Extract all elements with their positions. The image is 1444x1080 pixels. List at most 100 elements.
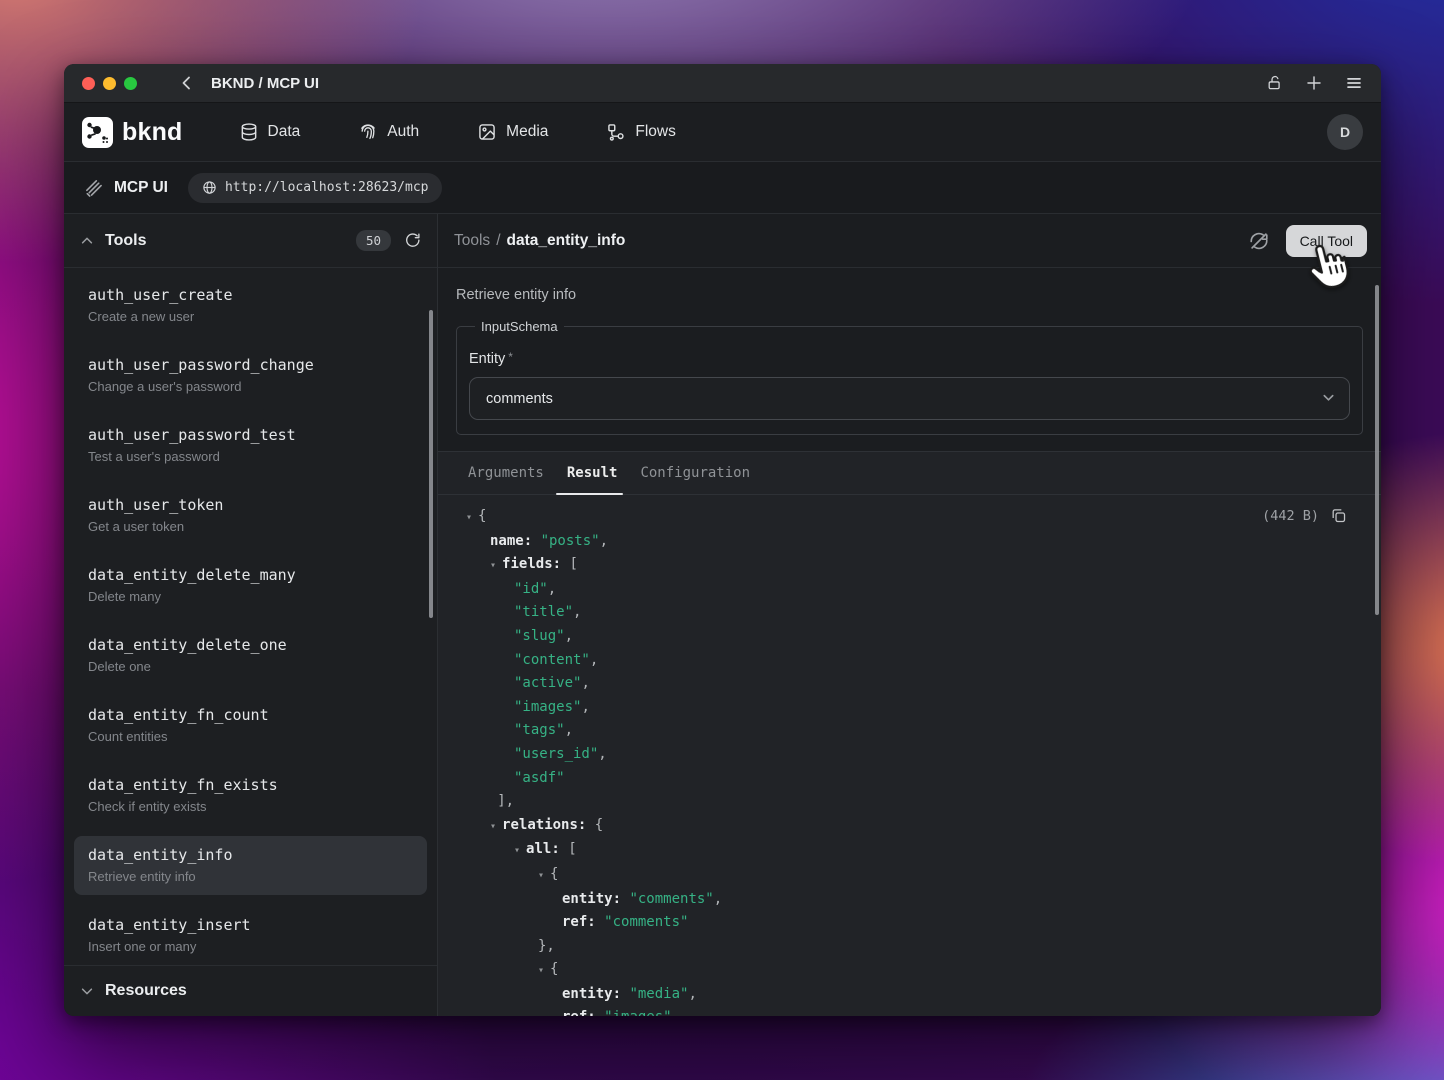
brand-logo[interactable]: bknd: [82, 117, 183, 148]
server-url: http://localhost:28623/mcp: [225, 180, 429, 195]
maximize-window-button[interactable]: [124, 77, 137, 90]
json-token-punct: ,: [565, 722, 573, 738]
json-token-punct: ,: [714, 891, 722, 907]
new-tab-icon[interactable]: [1305, 74, 1323, 92]
user-avatar[interactable]: D: [1327, 114, 1363, 150]
sidebar-item-auth_user_password_change[interactable]: auth_user_password_changeChange a user's…: [74, 346, 427, 405]
fingerprint-icon: [358, 122, 378, 142]
json-token-key: all:: [526, 841, 568, 857]
tool-detail-header: Tools / data_entity_info Call Tool: [438, 214, 1381, 268]
resources-section-header[interactable]: Resources: [64, 965, 437, 1016]
collapse-arrow-icon[interactable]: ▾: [490, 821, 502, 832]
json-token-str: "media": [629, 986, 688, 1002]
sidebar-item-auth_user_token[interactable]: auth_user_tokenGet a user token: [74, 486, 427, 545]
json-line: ▾ {: [438, 863, 1381, 888]
main-scrollbar-thumb[interactable]: [1375, 285, 1379, 615]
collapse-arrow-icon[interactable]: ▾: [538, 965, 550, 976]
tool-description: Count entities: [88, 728, 413, 745]
window-titlebar: BKND / MCP UI: [64, 64, 1381, 103]
json-token-str: "images": [604, 1009, 671, 1016]
close-window-button[interactable]: [82, 77, 95, 90]
collapse-arrow-icon[interactable]: ▾: [490, 560, 502, 571]
json-token-str: "comments": [629, 891, 713, 907]
sidebar-scrollbar-thumb[interactable]: [429, 310, 433, 618]
entity-select-value: comments: [486, 391, 553, 407]
json-tree: ▾ {name: "posts",▾ fields: ["id","title"…: [438, 505, 1381, 1016]
sidebar-item-auth_user_create[interactable]: auth_user_createCreate a new user: [74, 276, 427, 335]
app-navbar: bknd Data Auth Media: [64, 103, 1381, 162]
nav-menu: Data Auth Media Flows: [239, 122, 676, 142]
json-line: entity: "comments",: [438, 888, 1381, 912]
json-token-str: "slug": [514, 628, 565, 644]
tool-description: Get a user token: [88, 518, 413, 535]
nav-item-data[interactable]: Data: [239, 122, 301, 142]
tab-arguments[interactable]: Arguments: [468, 452, 544, 494]
json-token-str: "posts": [541, 533, 600, 549]
json-token-str: "content": [514, 652, 590, 668]
json-token-punct: {: [478, 508, 486, 524]
required-mark: *: [508, 350, 513, 364]
sidebar-item-data_entity_delete_one[interactable]: data_entity_delete_oneDelete one: [74, 626, 427, 685]
json-line: ref: "comments": [438, 911, 1381, 935]
json-token-punct: ,: [573, 604, 581, 620]
json-line: name: "posts",: [438, 530, 1381, 554]
server-url-pill[interactable]: http://localhost:28623/mcp: [188, 173, 443, 203]
json-line: },: [438, 935, 1381, 959]
collapse-arrow-icon[interactable]: ▾: [514, 845, 526, 856]
json-token-punct: ,: [688, 986, 696, 1002]
minimize-window-button[interactable]: [103, 77, 116, 90]
tool-detail-panel: Tools / data_entity_info Call Tool Retri…: [438, 214, 1381, 1016]
sidebar-item-data_entity_fn_exists[interactable]: data_entity_fn_existsCheck if entity exi…: [74, 766, 427, 825]
tool-form: Retrieve entity info InputSchema Entity*…: [438, 268, 1381, 451]
call-tool-button[interactable]: Call Tool: [1286, 225, 1367, 257]
nav-item-media[interactable]: Media: [477, 122, 548, 142]
tools-section-header[interactable]: Tools 50: [64, 214, 437, 268]
collapse-arrow-icon[interactable]: ▾: [538, 870, 550, 881]
sidebar-item-data_entity_insert[interactable]: data_entity_insertInsert one or many: [74, 906, 427, 965]
json-token-punct: ,: [581, 699, 589, 715]
collapse-arrow-icon[interactable]: ▾: [466, 512, 478, 523]
tab-result[interactable]: Result: [567, 452, 618, 494]
traffic-lights: [82, 77, 137, 90]
tab-configuration[interactable]: Configuration: [640, 452, 750, 494]
workflow-icon: [606, 122, 626, 142]
sidebar-item-data_entity_fn_count[interactable]: data_entity_fn_countCount entities: [74, 696, 427, 755]
lock-icon[interactable]: [1266, 74, 1283, 92]
chevron-down-icon: [1321, 390, 1336, 405]
tab-bar: Arguments Result Configuration: [438, 452, 1381, 495]
result-size: (442 B): [1262, 508, 1319, 524]
tool-list: auth_user_createCreate a new user auth_us…: [64, 268, 437, 965]
copy-icon[interactable]: [1330, 507, 1347, 524]
tool-description: Insert one or many: [88, 938, 413, 955]
json-token-key: entity:: [562, 986, 629, 1002]
tool-name: data_entity_fn_exists: [88, 776, 413, 795]
nav-item-label: Auth: [387, 123, 419, 141]
back-icon[interactable]: [179, 75, 195, 91]
breadcrumb-section[interactable]: Tools: [454, 232, 490, 250]
json-token-punct: ,: [598, 746, 606, 762]
nav-item-auth[interactable]: Auth: [358, 122, 419, 142]
tool-name: data_entity_delete_many: [88, 566, 413, 585]
json-line: entity: "media",: [438, 983, 1381, 1007]
image-icon: [477, 122, 497, 142]
nav-item-flows[interactable]: Flows: [606, 122, 675, 142]
entity-field-label: Entity: [469, 351, 505, 367]
menu-icon[interactable]: [1345, 74, 1363, 92]
sidebar-item-data_entity_delete_many[interactable]: data_entity_delete_manyDelete many: [74, 556, 427, 615]
auto-refresh-off-icon[interactable]: [1248, 230, 1270, 252]
tools-count-badge: 50: [356, 230, 391, 251]
app-window: BKND / MCP UI bknd Data: [64, 64, 1381, 1016]
refresh-icon[interactable]: [404, 232, 421, 249]
json-token-key: name:: [490, 533, 541, 549]
json-line: ▾ {: [438, 505, 1381, 530]
entity-select[interactable]: comments: [469, 377, 1350, 420]
json-token-punct: ,: [590, 652, 598, 668]
sidebar-item-auth_user_password_test[interactable]: auth_user_password_testTest a user's pas…: [74, 416, 427, 475]
resources-section-title: Resources: [105, 982, 187, 1000]
json-token-key: relations:: [502, 817, 595, 833]
json-line: "id",: [438, 578, 1381, 602]
tool-description: Retrieve entity info: [88, 868, 413, 885]
nav-item-label: Media: [506, 123, 548, 141]
sidebar-item-data_entity_info[interactable]: data_entity_infoRetrieve entity info: [74, 836, 427, 895]
json-line: ▾ relations: {: [438, 814, 1381, 839]
